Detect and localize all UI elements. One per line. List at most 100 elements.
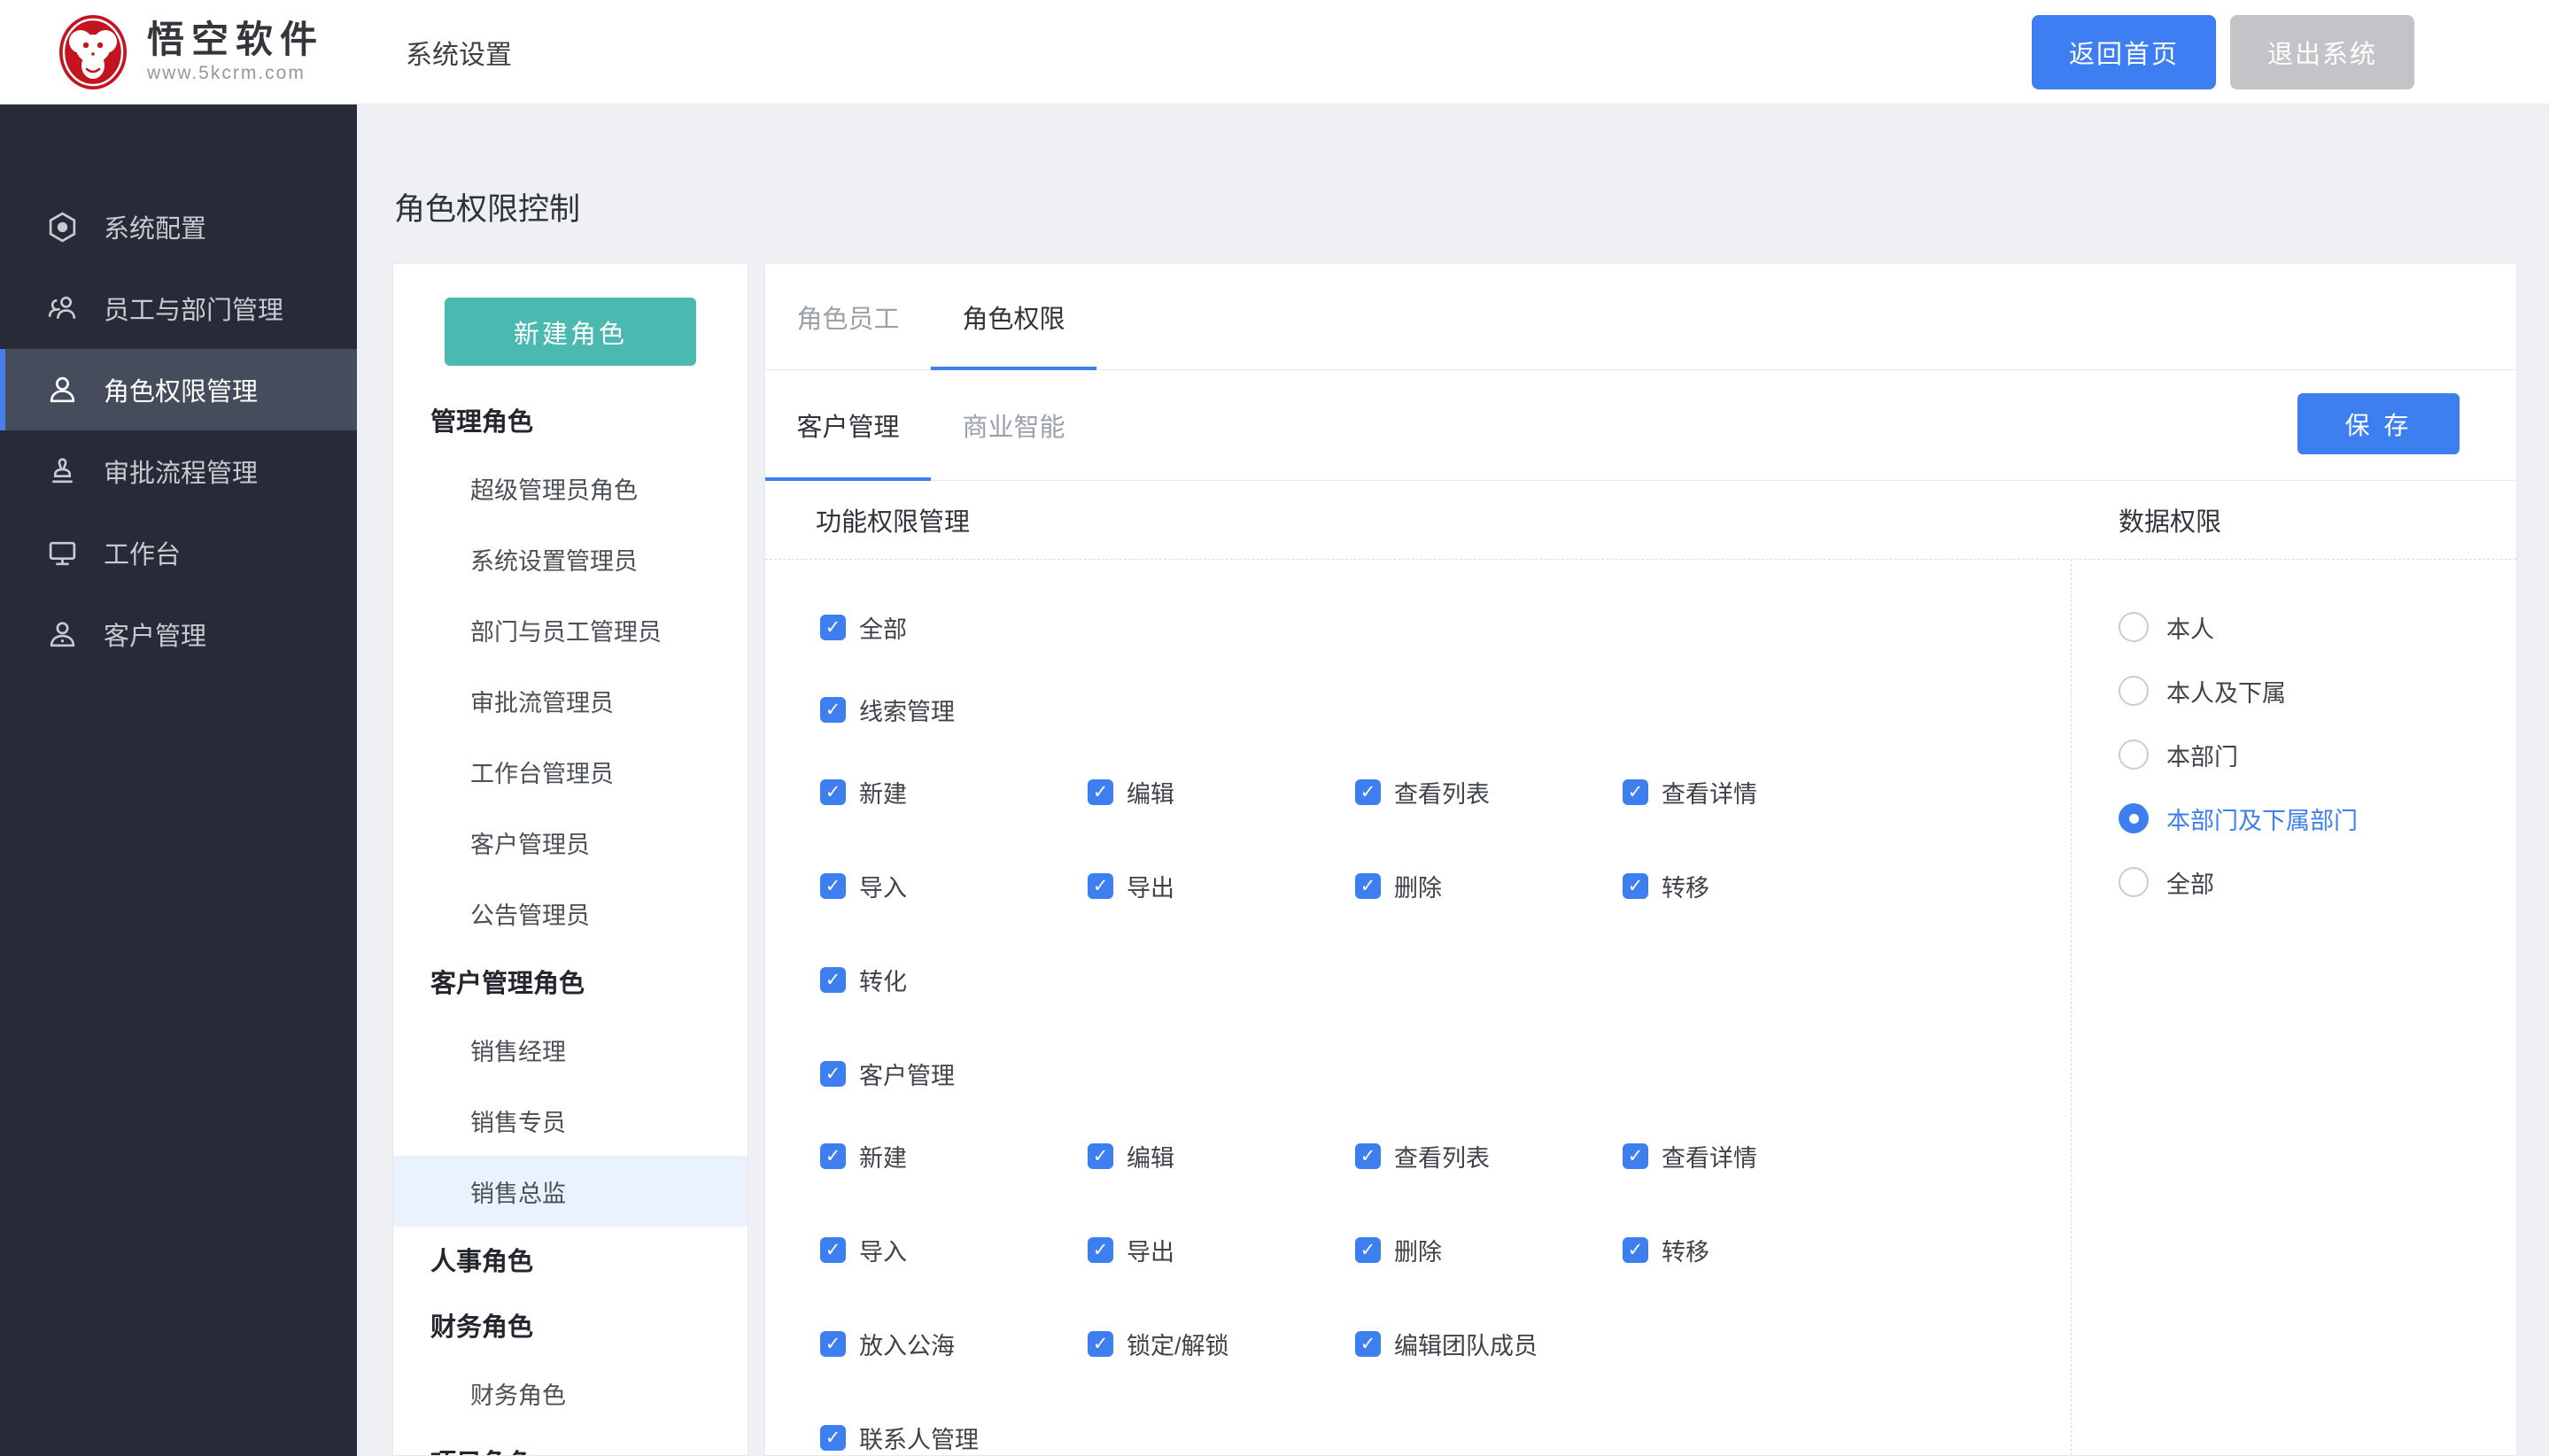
customer-icon — [46, 618, 79, 651]
sidebar-item-角色权限管理[interactable]: 角色权限管理 — [0, 349, 357, 430]
role-item-selected[interactable]: 销售总监 — [393, 1156, 748, 1227]
logout-button[interactable]: 退出系统 — [2230, 15, 2414, 89]
permission-row: ✓新建✓编辑✓查看列表✓查看详情 — [820, 1115, 2071, 1197]
radio-unselected[interactable] — [2119, 740, 2149, 770]
permission-cell: ✓编辑 — [1088, 775, 1355, 809]
back-home-button[interactable]: 返回首页 — [2032, 15, 2216, 89]
checkbox-label: 转移 — [1662, 1233, 1709, 1267]
role-user-icon — [46, 374, 79, 407]
sidebar-item-工作台[interactable]: 工作台 — [0, 512, 357, 593]
radio-unselected[interactable] — [2119, 676, 2149, 706]
sidebar-item-客户管理[interactable]: 客户管理 — [0, 593, 357, 675]
radio-unselected[interactable] — [2119, 612, 2149, 642]
role-item[interactable]: 超级管理员角色 — [393, 453, 748, 523]
role-item[interactable]: 销售经理 — [393, 1014, 748, 1085]
checkbox-checked[interactable]: ✓ — [1623, 1237, 1648, 1263]
checkbox-checked[interactable]: ✓ — [820, 967, 846, 993]
app-root: 悟空软件 www.5kcrm.com 系统设置 返回首页 退出系统 系统配置员工… — [0, 0, 2549, 1456]
checkbox-checked[interactable]: ✓ — [1088, 873, 1113, 899]
permission-cell: ✓导入 — [820, 1233, 1088, 1267]
employees-icon — [46, 292, 79, 325]
checkbox-checked[interactable]: ✓ — [820, 1331, 846, 1357]
checkbox-checked[interactable]: ✓ — [820, 873, 846, 899]
sidebar-item-label: 客户管理 — [104, 616, 206, 653]
checkbox-checked[interactable]: ✓ — [820, 1143, 846, 1169]
sidebar-item-审批流程管理[interactable]: 审批流程管理 — [0, 430, 357, 512]
checkbox-checked[interactable]: ✓ — [1088, 779, 1113, 805]
role-group-title: 管理角色 — [393, 387, 748, 453]
module-tab-商业智能[interactable]: 商业智能 — [931, 370, 1096, 480]
role-item[interactable]: 系统设置管理员 — [393, 523, 748, 594]
checkbox-label: 删除 — [1394, 1233, 1442, 1267]
permission-cell: ✓ 查看列表 — [1355, 775, 1623, 809]
checkbox-checked[interactable]: ✓ — [820, 615, 846, 640]
tab-角色权限[interactable]: 角色权限 — [931, 264, 1096, 369]
role-item[interactable]: 工作台管理员 — [393, 736, 748, 807]
role-item[interactable]: 公告管理员 — [393, 878, 748, 949]
checkbox-checked[interactable]: ✓ — [1355, 873, 1381, 899]
sidebar-item-员工与部门管理[interactable]: 员工与部门管理 — [0, 267, 357, 349]
checkbox-checked[interactable]: ✓ — [1355, 1331, 1381, 1357]
role-list: 管理角色超级管理员角色系统设置管理员部门与员工管理员审批流管理员工作台管理员客户… — [393, 387, 748, 1456]
brand: 悟空软件 www.5kcrm.com — [53, 12, 324, 92]
checkbox-checked[interactable]: ✓ — [1355, 1143, 1381, 1169]
save-button[interactable]: 保 存 — [2297, 393, 2460, 454]
brand-text: 悟空软件 www.5kcrm.com — [147, 19, 324, 83]
radio-label: 本人及下属 — [2166, 674, 2286, 709]
radio-label: 本部门 — [2166, 738, 2238, 772]
sidebar-item-系统配置[interactable]: 系统配置 — [0, 186, 357, 267]
permission-cell: ✓ 查看详情 — [1623, 1139, 1890, 1173]
permission-row: ✓线索管理 — [820, 669, 2071, 751]
content-row: 新建角色 管理角色超级管理员角色系统设置管理员部门与员工管理员审批流管理员工作台… — [357, 263, 2549, 1456]
sidebar-item-label: 系统配置 — [104, 208, 206, 245]
role-panel: 新建角色 管理角色超级管理员角色系统设置管理员部门与员工管理员审批流管理员工作台… — [392, 263, 748, 1456]
radio-label: 全部 — [2166, 865, 2214, 900]
tab-角色员工[interactable]: 角色员工 — [765, 264, 931, 369]
checkbox-checked[interactable]: ✓ — [1623, 873, 1648, 899]
checkbox-checked[interactable]: ✓ — [820, 779, 846, 805]
data-permission-option: 本人 — [2119, 595, 2516, 659]
checkbox-checked[interactable]: ✓ — [820, 1237, 846, 1263]
module-tabs: 客户管理商业智能 — [765, 370, 1096, 480]
checkbox-label: 转移 — [1662, 869, 1709, 903]
checkbox-checked[interactable]: ✓ — [820, 697, 846, 723]
role-item[interactable]: 销售专员 — [393, 1085, 748, 1156]
checkbox-label: 锁定/解锁 — [1127, 1327, 1229, 1361]
main-content: 角色权限控制 新建角色 管理角色超级管理员角色系统设置管理员部门与员工管理员审批… — [357, 105, 2549, 1456]
checkbox-label: 查看列表 — [1394, 775, 1490, 809]
permission-cell: ✓转化 — [820, 963, 1088, 997]
role-item[interactable]: 财务角色 — [393, 1358, 748, 1429]
data-permissions-title: 数据权限 — [2071, 481, 2516, 559]
role-item[interactable]: 部门与员工管理员 — [393, 594, 748, 665]
page-title: 角色权限控制 — [394, 184, 2549, 229]
checkbox-checked[interactable]: ✓ — [1623, 1143, 1648, 1169]
checkbox-checked[interactable]: ✓ — [1088, 1237, 1113, 1263]
checkbox-checked[interactable]: ✓ — [1355, 779, 1381, 805]
checkbox-label: 导出 — [1127, 869, 1174, 903]
permission-cell: ✓导入 — [820, 869, 1088, 903]
brand-domain: www.5kcrm.com — [147, 63, 324, 84]
role-item[interactable]: 客户管理员 — [393, 807, 748, 878]
logo-monkey-icon — [53, 12, 133, 92]
permission-cell: ✓线索管理 — [820, 693, 1088, 727]
checkbox-checked[interactable]: ✓ — [1355, 1237, 1381, 1263]
checkbox-checked[interactable]: ✓ — [820, 1061, 846, 1087]
radio-unselected[interactable] — [2119, 867, 2149, 897]
body-row: 系统配置员工与部门管理角色权限管理审批流程管理工作台客户管理 角色权限控制 新建… — [0, 105, 2549, 1456]
permission-section-headers: 功能权限管理 数据权限 — [765, 481, 2516, 560]
permission-cell: ✓放入公海 — [820, 1327, 1088, 1361]
checkbox-checked[interactable]: ✓ — [1088, 1331, 1113, 1357]
permission-cell: ✓新建 — [820, 1139, 1088, 1173]
checkbox-label: 客户管理 — [859, 1057, 955, 1091]
checkbox-checked[interactable]: ✓ — [1088, 1143, 1113, 1169]
module-tab-客户管理[interactable]: 客户管理 — [765, 370, 931, 480]
role-item[interactable]: 审批流管理员 — [393, 665, 748, 736]
header-actions: 返回首页 退出系统 — [2032, 15, 2414, 89]
checkbox-label: 删除 — [1394, 869, 1442, 903]
role-group-title: 客户管理角色 — [393, 949, 748, 1014]
checkbox-checked[interactable]: ✓ — [820, 1425, 846, 1451]
new-role-button[interactable]: 新建角色 — [445, 298, 696, 366]
checkbox-label: 查看详情 — [1662, 1139, 1757, 1173]
radio-selected[interactable] — [2119, 803, 2149, 833]
checkbox-checked[interactable]: ✓ — [1623, 779, 1648, 805]
